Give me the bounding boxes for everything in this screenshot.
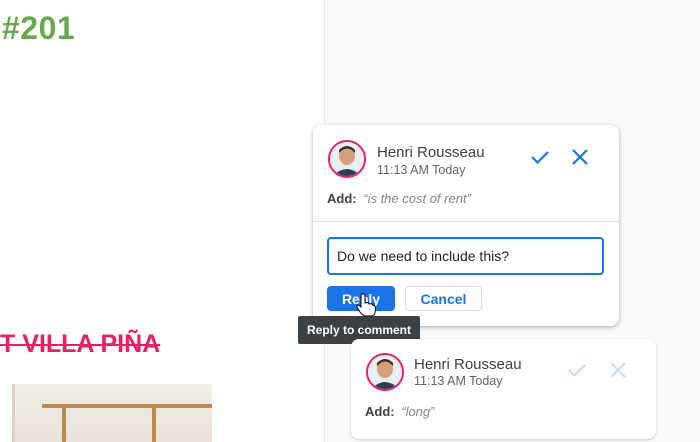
avatar	[366, 353, 404, 391]
hand-pointer-cursor	[356, 293, 377, 317]
avatar	[328, 140, 366, 178]
suggestion-value: “long”	[401, 404, 435, 419]
close-icon[interactable]	[606, 358, 630, 382]
document-heading: #201	[2, 10, 76, 46]
document-area: #201 UT VILLA PIÑA	[0, 0, 324, 442]
suggestion-value: “is the cost of rent”	[363, 191, 471, 206]
struck-title: UT VILLA PIÑA	[0, 330, 161, 358]
close-icon[interactable]	[568, 145, 592, 169]
suggestion-label: Add:	[327, 191, 357, 206]
document-photo	[12, 384, 212, 442]
comment-time: 11:13 AM Today	[414, 374, 503, 388]
suggestion-text: Add: “long”	[365, 404, 434, 419]
comment-author: Henri Rousseau	[414, 356, 522, 373]
check-icon[interactable]	[528, 145, 552, 169]
comment-time: 11:13 AM Today	[377, 163, 466, 177]
divider	[313, 221, 619, 222]
second-comment-card[interactable]: Henri Rousseau 11:13 AM Today Add: “long…	[351, 339, 656, 439]
suggestion-label: Add:	[365, 404, 395, 419]
comment-author: Henri Rousseau	[377, 144, 485, 161]
check-icon[interactable]	[565, 358, 589, 382]
suggestion-text: Add: “is the cost of rent”	[327, 191, 471, 206]
cancel-button[interactable]: Cancel	[405, 286, 482, 311]
reply-input[interactable]	[327, 237, 604, 275]
